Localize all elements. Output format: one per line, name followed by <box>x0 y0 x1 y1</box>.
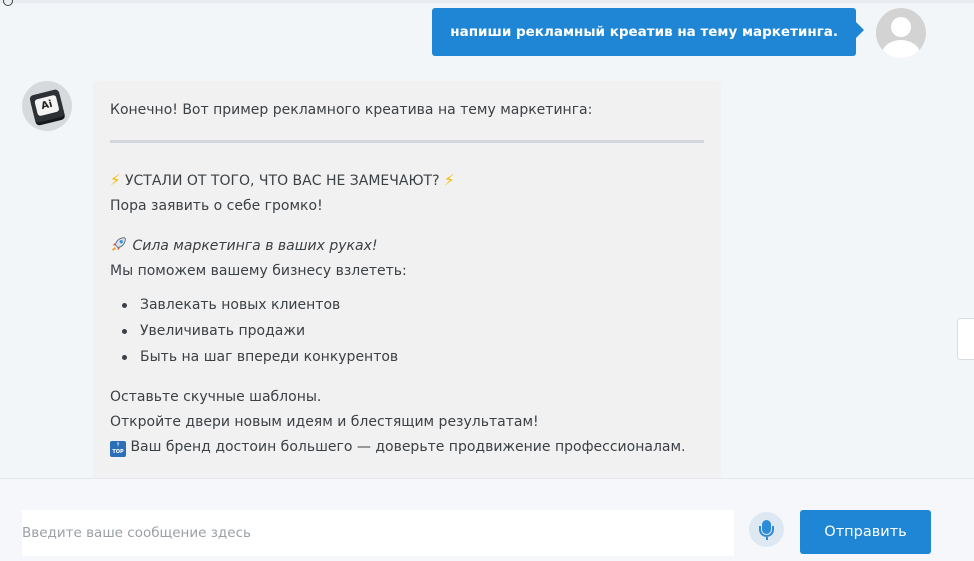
list-item: Завлекать новых клиентов <box>110 292 704 318</box>
benefits-list: Завлекать новых клиентов Увеличивать про… <box>110 292 704 370</box>
lightning-icon: ⚡ <box>110 171 121 189</box>
user-avatar-body <box>882 40 920 58</box>
feature-subtitle: Мы поможем вашему бизнесу взлететь: <box>110 263 407 279</box>
closing-line-3: Ваш бренд достоин большего — доверьте пр… <box>130 439 686 455</box>
closing-line-1: Оставьте скучные шаблоны. <box>110 389 322 405</box>
ai-avatar: Ai <box>22 81 72 131</box>
ai-message-bubble: Конечно! Вот пример рекламного креатива … <box>93 81 721 481</box>
ai-keycap-icon: Ai <box>29 88 65 124</box>
send-button[interactable]: Отправить <box>800 510 931 554</box>
user-avatar <box>876 8 926 58</box>
microphone-icon-arc <box>759 526 774 537</box>
rocket-icon <box>112 237 126 251</box>
feature-title: Сила маркетинга в ваших руках! <box>132 238 378 254</box>
closing-line-2: Откройте двери новым идеям и блестящим р… <box>110 414 539 430</box>
microphone-icon-stem <box>765 537 768 540</box>
list-item: Быть на шаг впереди конкурентов <box>110 344 704 370</box>
ad-headline-line: ⚡ УСТАЛИ ОТ ТОГО, ЧТО ВАС НЕ ЗАМЕЧАЮТ? ⚡ <box>110 168 704 194</box>
ad-headline: УСТАЛИ ОТ ТОГО, ЧТО ВАС НЕ ЗАМЕЧАЮТ? <box>125 173 440 189</box>
user-message: напиши рекламный креатив на тему маркети… <box>432 8 926 58</box>
top-icon: ↑ TOP <box>110 441 126 457</box>
ad-subline: Пора заявить о себе громко! <box>110 198 323 214</box>
user-avatar-head <box>891 17 911 37</box>
message-input[interactable] <box>22 510 734 556</box>
settings-icon[interactable] <box>3 0 13 6</box>
top-border <box>0 0 974 3</box>
feature-title-line: Сила маркетинга в ваших руках! <box>110 234 704 259</box>
list-item: Увеличивать продажи <box>110 318 704 344</box>
mic-button[interactable] <box>749 512 784 547</box>
closing-line-3-row: ↑ TOP Ваш бренд достоин большего — доверь… <box>110 435 704 460</box>
user-message-bubble: напиши рекламный креатив на тему маркети… <box>432 8 864 56</box>
composer: Отправить <box>0 478 974 561</box>
ai-avatar-label: Ai <box>34 94 60 117</box>
divider <box>110 140 704 143</box>
ai-intro: Конечно! Вот пример рекламного креатива … <box>110 102 593 118</box>
side-panel-handle[interactable] <box>957 318 974 360</box>
lightning-icon: ⚡ <box>444 171 455 189</box>
